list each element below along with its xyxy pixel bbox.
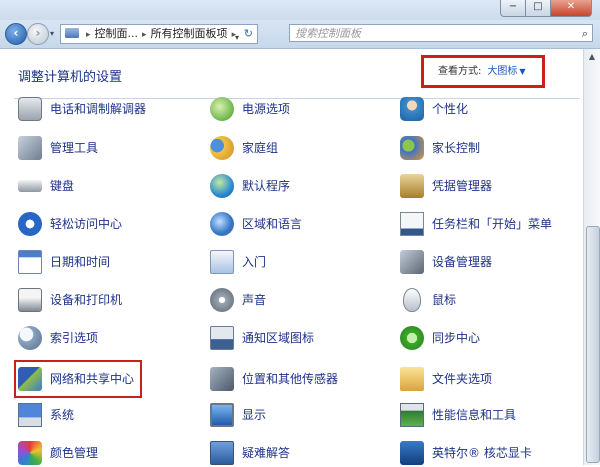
view-by-label: 查看方式:	[438, 66, 482, 77]
folder-options-icon	[400, 367, 424, 391]
sound-icon	[210, 288, 234, 312]
device-manager-icon	[400, 250, 424, 274]
troubleshooting-icon	[210, 441, 234, 465]
chevron-down-icon[interactable]: ▼	[519, 67, 525, 76]
keyboard-icon	[18, 180, 42, 192]
forward-button[interactable]: ›	[27, 23, 49, 45]
minimize-button[interactable]: −	[500, 0, 526, 17]
title-bar: − □ ✕	[0, 0, 600, 20]
network-sharing-icon	[18, 367, 42, 391]
refresh-icon[interactable]: ↻	[244, 25, 253, 43]
item-label: 性能信息和工具	[432, 408, 517, 422]
item-label: 默认程序	[242, 179, 291, 193]
item-label: 轻松访问中心	[50, 217, 123, 231]
item-label: 网络和共享中心	[50, 372, 135, 386]
item-label: 设备和打印机	[50, 293, 123, 307]
item-label: 鼠标	[432, 293, 457, 307]
history-dropdown-icon[interactable]: ▾	[50, 29, 54, 38]
item-label: 显示	[242, 408, 267, 422]
back-button[interactable]: ‹	[5, 23, 27, 45]
item-label: 疑难解答	[242, 446, 291, 460]
scroll-thumb[interactable]	[586, 226, 600, 463]
system-icon	[18, 403, 42, 427]
ease-of-access-icon	[18, 212, 42, 236]
devices-printers-icon	[18, 288, 42, 312]
mouse-icon	[403, 288, 421, 312]
notification-area-icon	[210, 326, 234, 350]
power-options-icon	[210, 97, 234, 121]
credential-manager-icon	[400, 174, 424, 198]
page-title: 调整计算机的设置	[18, 70, 123, 85]
item-label: 位置和其他传感器	[242, 372, 339, 386]
item-label: 文件夹选项	[432, 372, 493, 386]
scroll-up-icon[interactable]: ▲	[584, 49, 600, 65]
item-label: 系统	[50, 408, 75, 422]
main-content: 调整计算机的设置 查看方式: 大图标 ▼ 电话和调制解调器 电源选项 个性化 管理工…	[0, 49, 583, 465]
indexing-options-icon	[18, 326, 42, 350]
view-by-dropdown[interactable]: 大图标	[487, 66, 517, 77]
address-dropdown-icon[interactable]: ▾	[235, 29, 239, 43]
homegroup-icon	[210, 136, 234, 160]
location-sensors-icon	[210, 367, 234, 391]
item-label: 通知区域图标	[242, 331, 315, 345]
item-label: 声音	[242, 293, 267, 307]
item-label: 键盘	[50, 179, 75, 193]
item-label: 个性化	[432, 102, 469, 116]
item-label: 电话和调制解调器	[50, 102, 147, 116]
item-label: 颜色管理	[50, 446, 99, 460]
vertical-scrollbar[interactable]: ▲	[583, 49, 600, 465]
search-input[interactable]: 搜索控制面板 ⌕	[289, 24, 593, 42]
item-label: 设备管理器	[432, 255, 493, 269]
search-placeholder: 搜索控制面板	[295, 27, 361, 40]
item-label: 管理工具	[50, 141, 99, 155]
close-button[interactable]: ✕	[551, 0, 592, 17]
maximize-button[interactable]: □	[526, 0, 551, 17]
taskbar-start-menu-icon	[400, 212, 424, 236]
item-label: 家庭组	[242, 141, 279, 155]
item-label: 区域和语言	[242, 217, 303, 231]
address-bar[interactable]: ▸ 控制面... ▸ 所有控制面板项 ▸ ▾ ↻	[60, 24, 258, 44]
breadcrumb-separator-icon[interactable]: ▸	[142, 30, 147, 40]
window-controls: − □ ✕	[500, 0, 592, 17]
breadcrumb-control-panel[interactable]: 控制面...	[95, 27, 139, 40]
default-programs-icon	[210, 174, 234, 198]
display-icon	[210, 403, 234, 427]
item-label: 同步中心	[432, 331, 481, 345]
breadcrumb-all-items[interactable]: 所有控制面板项	[151, 27, 228, 40]
item-label: 英特尔® 核芯显卡	[432, 446, 532, 460]
item-label: 任务栏和「开始」菜单	[432, 217, 553, 231]
item-label: 家长控制	[432, 141, 481, 155]
item-label: 日期和时间	[50, 255, 111, 269]
parental-controls-icon	[400, 136, 424, 160]
view-by-control: 查看方式: 大图标 ▼	[421, 55, 545, 88]
region-language-icon	[210, 212, 234, 236]
item-label: 凭据管理器	[432, 179, 493, 193]
intel-graphics-icon	[400, 441, 424, 465]
phone-modem-icon	[18, 97, 42, 121]
performance-tools-icon	[400, 403, 424, 427]
navigation-bar: ‹ › ▾ ▸ 控制面... ▸ 所有控制面板项 ▸ ▾ ↻ 搜索控制面板 ⌕	[0, 20, 600, 49]
item-label: 入门	[242, 255, 267, 269]
sync-center-icon	[400, 326, 424, 350]
breadcrumb-separator-icon[interactable]: ▸	[86, 30, 91, 40]
getting-started-icon	[210, 250, 234, 274]
control-panel-folder-icon	[65, 28, 79, 38]
personalization-icon	[400, 97, 424, 121]
item-label: 索引选项	[50, 331, 99, 345]
date-time-icon	[18, 250, 42, 274]
item-label: 电源选项	[242, 102, 291, 116]
admin-tools-icon	[18, 136, 42, 160]
search-icon[interactable]: ⌕	[582, 25, 588, 43]
color-management-icon	[18, 441, 42, 465]
